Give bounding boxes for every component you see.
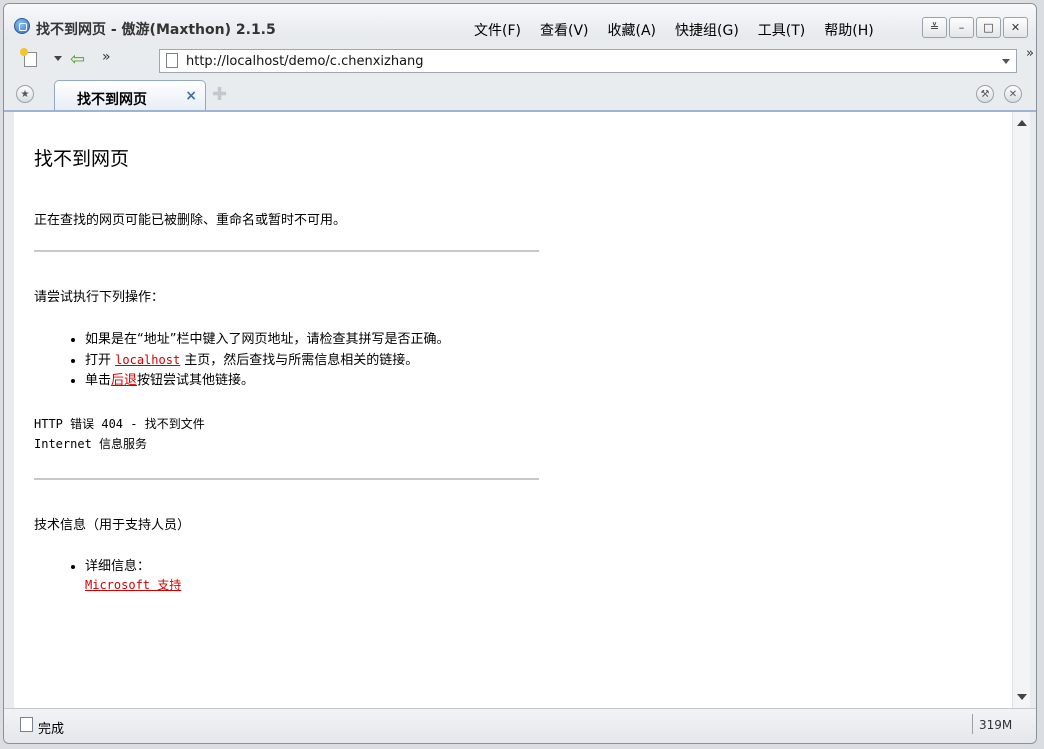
menu-tools[interactable]: 工具(T) <box>758 20 805 40</box>
tools-button[interactable]: ⚒ <box>976 85 994 103</box>
maximize-icon: □ <box>983 21 994 34</box>
minimize-button[interactable]: – <box>949 17 974 38</box>
menu-file[interactable]: 文件(F) <box>474 20 521 40</box>
list-item: 单击后退按钮尝试其他链接。 <box>85 372 994 390</box>
localhost-link[interactable]: localhost <box>115 353 180 367</box>
close-tab-button[interactable]: ✕ <box>1004 85 1022 103</box>
address-more-icon[interactable]: » <box>1026 46 1034 61</box>
toolbar-more-icon[interactable]: » <box>102 49 111 65</box>
close-circle-icon: ✕ <box>1008 88 1018 100</box>
suggestion-list: 如果是在“地址”栏中键入了网页地址，请检查其拼写是否正确。 打开 localho… <box>34 331 994 390</box>
new-dropdown-arrow-icon[interactable] <box>54 56 62 61</box>
tab-active[interactable]: 找不到网页 × <box>54 80 206 110</box>
list-item: 打开 localhost 主页，然后查找与所需信息相关的链接。 <box>85 351 994 370</box>
address-toolbar: ⇦ » http://localhost/demo/c.chenxizhang <box>4 44 1036 74</box>
back-link[interactable]: 后退 <box>111 373 137 388</box>
url-text[interactable]: http://localhost/demo/c.chenxizhang <box>186 54 424 69</box>
new-page-icon[interactable] <box>20 48 37 67</box>
tech-heading: 技术信息（用于支持人员） <box>34 518 191 533</box>
scroll-down-arrow-icon[interactable] <box>1017 694 1027 700</box>
error-description: 正在查找的网页可能已被删除、重命名或暂时不可用。 <box>34 213 347 228</box>
address-input[interactable]: http://localhost/demo/c.chenxizhang <box>159 49 1017 73</box>
http-error: HTTP 错误 404 - 找不到文件 <box>34 417 205 431</box>
menu-favorites[interactable]: 收藏(A) <box>608 20 657 40</box>
star-icon: ★ <box>20 88 30 100</box>
favorites-button[interactable]: ★ <box>16 85 34 103</box>
try-heading: 请尝试执行下列操作： <box>34 290 165 305</box>
menu-view[interactable]: 查看(V) <box>540 20 589 40</box>
maxthon-app-icon <box>14 18 30 34</box>
microsoft-support-link[interactable]: Microsoft 支持 <box>85 578 181 592</box>
page-heading: 找不到网页 <box>34 148 130 170</box>
tab-label: 找不到网页 <box>77 92 147 108</box>
page-content: 找不到网页 正在查找的网页可能已被删除、重命名或暂时不可用。 请尝试执行下列操作… <box>14 112 1012 708</box>
tech-list: 详细信息： Microsoft 支持 <box>34 557 994 595</box>
divider <box>34 478 539 480</box>
double-chevron-down-icon: ≚ <box>929 21 940 34</box>
tab-close-icon[interactable]: × <box>185 88 197 104</box>
close-icon: ✕ <box>1010 21 1021 34</box>
minimize-icon: – <box>958 21 965 34</box>
error-page: 找不到网页 正在查找的网页可能已被删除、重命名或暂时不可用。 请尝试执行下列操作… <box>34 112 994 595</box>
browser-window: 找不到网页 - 傲游(Maxthon) 2.1.5 文件(F) 查看(V) 收藏… <box>3 3 1037 744</box>
memory-usage: 319M <box>979 718 1013 732</box>
wrench-icon: ⚒ <box>980 88 990 100</box>
vertical-scrollbar[interactable] <box>1012 112 1030 708</box>
divider <box>34 250 539 252</box>
tab-bar: ★ 找不到网页 × ✚ ⚒ ✕ <box>4 78 1036 110</box>
list-item: 如果是在“地址”栏中键入了网页地址，请检查其拼写是否正确。 <box>85 331 994 349</box>
details-label: 详细信息： <box>85 559 151 574</box>
menu-bar: 文件(F) 查看(V) 收藏(A) 快捷组(G) 工具(T) 帮助(H) <box>474 20 893 40</box>
http-info: HTTP 错误 404 - 找不到文件 Internet 信息服务 <box>34 414 994 454</box>
back-arrow-icon[interactable]: ⇦ <box>70 51 85 69</box>
collapse-button[interactable]: ≚ <box>922 17 947 38</box>
menu-groups[interactable]: 快捷组(G) <box>675 20 739 40</box>
title-bar: 找不到网页 - 傲游(Maxthon) 2.1.5 文件(F) 查看(V) 收藏… <box>4 4 1036 40</box>
page-status-icon <box>20 717 33 732</box>
page-icon <box>166 53 178 68</box>
menu-help[interactable]: 帮助(H) <box>824 20 873 40</box>
window-title: 找不到网页 - 傲游(Maxthon) 2.1.5 <box>36 22 276 38</box>
list-item: 详细信息： Microsoft 支持 <box>85 557 994 595</box>
status-bar: 完成 319M <box>4 708 1036 743</box>
maximize-button[interactable]: □ <box>976 17 1001 38</box>
status-divider <box>972 714 973 734</box>
new-tab-plus-icon[interactable]: ✚ <box>212 86 227 104</box>
close-window-button[interactable]: ✕ <box>1003 17 1028 38</box>
url-dropdown-arrow-icon[interactable] <box>1002 59 1010 64</box>
scroll-up-arrow-icon[interactable] <box>1017 120 1027 126</box>
status-text: 完成 <box>38 722 65 737</box>
window-controls: ≚ – □ ✕ <box>920 17 1028 38</box>
iis-label: Internet 信息服务 <box>34 437 148 451</box>
